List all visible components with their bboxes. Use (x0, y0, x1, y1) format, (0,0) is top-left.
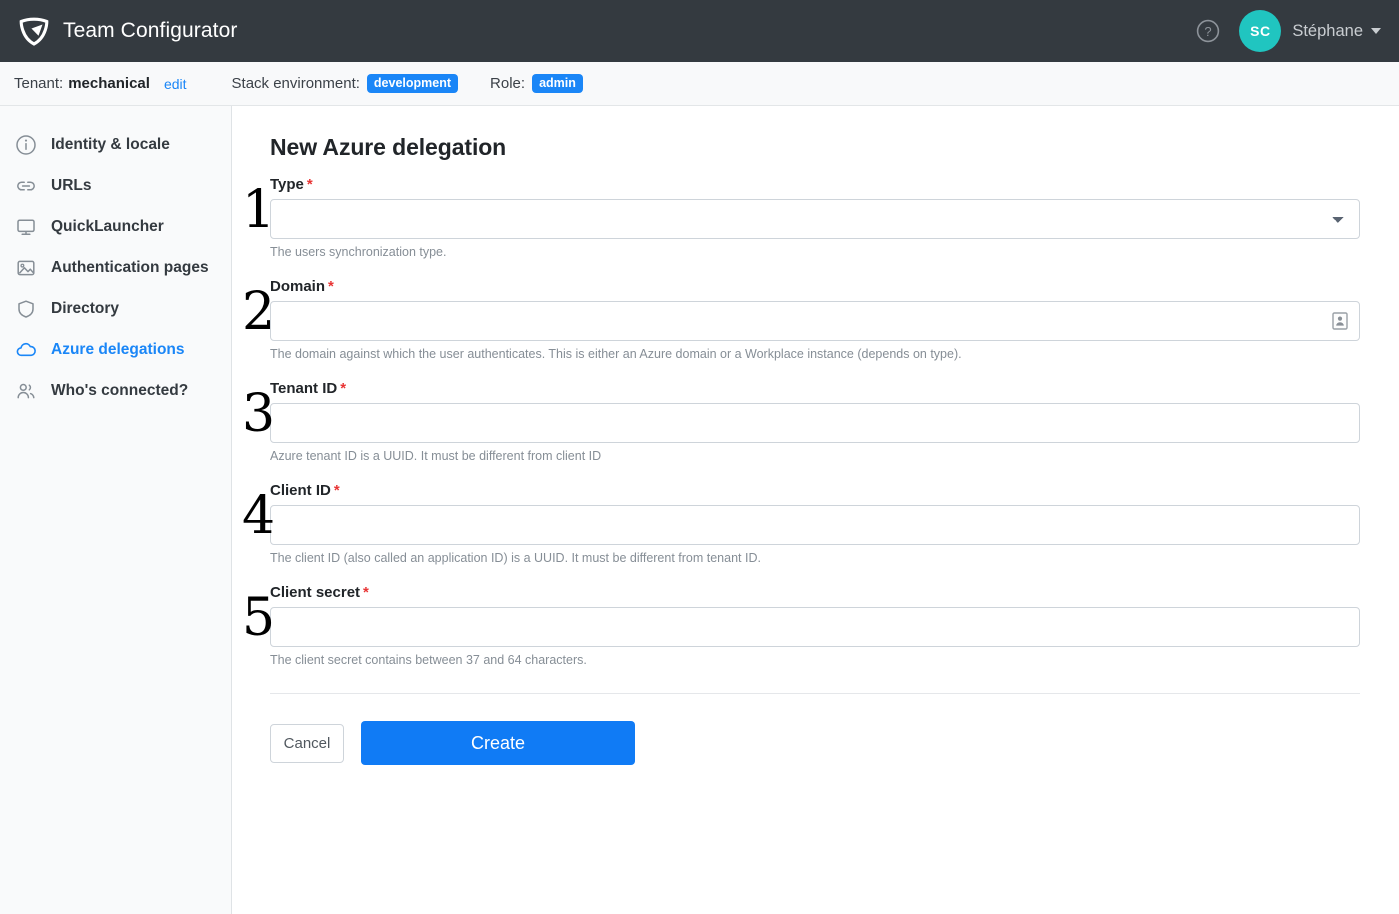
sidebar-item-label: Azure delegations (51, 340, 185, 358)
role-label: Role: (490, 75, 526, 92)
azure-delegation-form: 1 Type * The users synchronization type. … (232, 176, 1399, 766)
field-label-tenant-id: Tenant ID * (270, 379, 347, 397)
user-menu[interactable]: SC Stéphane (1239, 10, 1381, 52)
client-id-input[interactable] (270, 504, 1360, 545)
sidebar-item-azure-delegations[interactable]: Azure delegations (0, 329, 231, 370)
avatar: SC (1239, 10, 1282, 52)
link-icon (14, 174, 38, 198)
stack-environment-context: Stack environment: development (231, 73, 459, 94)
field-label-type: Type * (270, 176, 313, 193)
main-content: New Azure delegation 1 Type * The users s… (232, 106, 1399, 914)
domain-input[interactable] (270, 300, 1360, 341)
brand[interactable]: Team Configurator (0, 15, 237, 47)
form-actions: Cancel Create (232, 721, 1399, 766)
app-header: Team Configurator ? SC Stéphane (0, 0, 1399, 62)
field-label-client-id: Client ID * (270, 481, 340, 499)
field-help-client-id: The client ID (also called an applicatio… (270, 550, 761, 565)
app-title: Team Configurator (63, 19, 238, 42)
stack-environment-label: Stack environment: (231, 75, 360, 92)
create-button[interactable]: Create (361, 721, 635, 766)
step-number-5: 5 (242, 587, 276, 648)
sidebar-item-quicklauncher[interactable]: QuickLauncher (0, 206, 231, 247)
required-marker: * (363, 583, 369, 601)
info-circle-icon (14, 133, 38, 157)
shield-swoosh-logo (19, 17, 49, 46)
field-group-client-id: 4 Client ID * The client ID (also called … (232, 482, 1399, 567)
tenant-id-input[interactable] (270, 402, 1360, 443)
field-help-type: The users synchronization type. (270, 245, 447, 259)
field-label-domain: Domain * (270, 277, 334, 295)
field-group-domain: 2 Domain * The domain against which the u… (232, 278, 1399, 363)
sidebar-item-identity-locale[interactable]: Identity & locale (0, 124, 231, 165)
tenant-context: Tenant: mechanical edit (14, 75, 187, 92)
header-actions: ? SC Stéphane (1195, 10, 1399, 52)
role-context: Role: admin (490, 73, 583, 94)
sidebar-item-label: URLs (51, 176, 92, 194)
required-marker: * (340, 379, 347, 397)
tenant-value: mechanical (68, 75, 150, 92)
tenant-label: Tenant: (14, 75, 64, 92)
required-marker: * (333, 481, 340, 499)
client-secret-input[interactable] (270, 606, 1360, 647)
svg-text:?: ? (1205, 24, 1212, 39)
sidebar: Identity & locale URLs QuickLauncher Aut… (0, 106, 232, 914)
sidebar-item-label: Authentication pages (51, 258, 209, 276)
page-title: New Azure delegation (270, 134, 507, 160)
field-group-tenant-id: 3 Tenant ID * Azure tenant ID is a UUID. … (232, 380, 1399, 465)
required-marker: * (306, 176, 313, 193)
monitor-icon (14, 215, 38, 239)
user-name: Stéphane (1292, 21, 1363, 40)
image-icon (14, 256, 38, 280)
field-label-client-secret: Client secret * (270, 583, 369, 601)
step-number-3: 3 (242, 383, 276, 444)
sidebar-item-label: QuickLauncher (51, 217, 164, 235)
sidebar-item-directory[interactable]: Directory (0, 288, 231, 329)
sidebar-item-authentication-pages[interactable]: Authentication pages (0, 247, 231, 288)
sidebar-item-urls[interactable]: URLs (0, 165, 231, 206)
field-group-client-secret: 5 Client secret * The client secret conta… (232, 584, 1399, 669)
field-help-tenant-id: Azure tenant ID is a UUID. It must be di… (270, 448, 602, 463)
question-circle-icon[interactable]: ? (1195, 18, 1221, 44)
context-bar: Tenant: mechanical edit Stack environmen… (0, 62, 1399, 106)
type-select[interactable] (270, 199, 1360, 239)
stack-environment-badge: development (366, 73, 459, 94)
tenant-edit-link[interactable]: edit (164, 76, 187, 92)
domain-input-wrap (270, 300, 1360, 341)
step-number-1: 1 (242, 180, 276, 240)
cancel-button[interactable]: Cancel (270, 723, 344, 763)
cloud-icon (14, 338, 38, 362)
field-group-type: 1 Type * The users synchronization type. (232, 176, 1399, 261)
users-icon (14, 379, 38, 403)
field-help-domain: The domain against which the user authen… (270, 346, 962, 361)
sidebar-item-label: Who's connected? (51, 381, 189, 399)
required-marker: * (328, 277, 334, 295)
field-help-client-secret: The client secret contains between 37 an… (270, 652, 587, 667)
role-badge: admin (532, 73, 583, 94)
sidebar-item-label: Identity & locale (51, 135, 170, 153)
form-divider (270, 693, 1360, 695)
sidebar-item-label: Directory (51, 299, 120, 317)
sidebar-item-whos-connected[interactable]: Who's connected? (0, 370, 231, 411)
shield-icon (14, 297, 38, 321)
step-number-4: 4 (242, 485, 276, 546)
chevron-down-icon (1371, 28, 1381, 34)
